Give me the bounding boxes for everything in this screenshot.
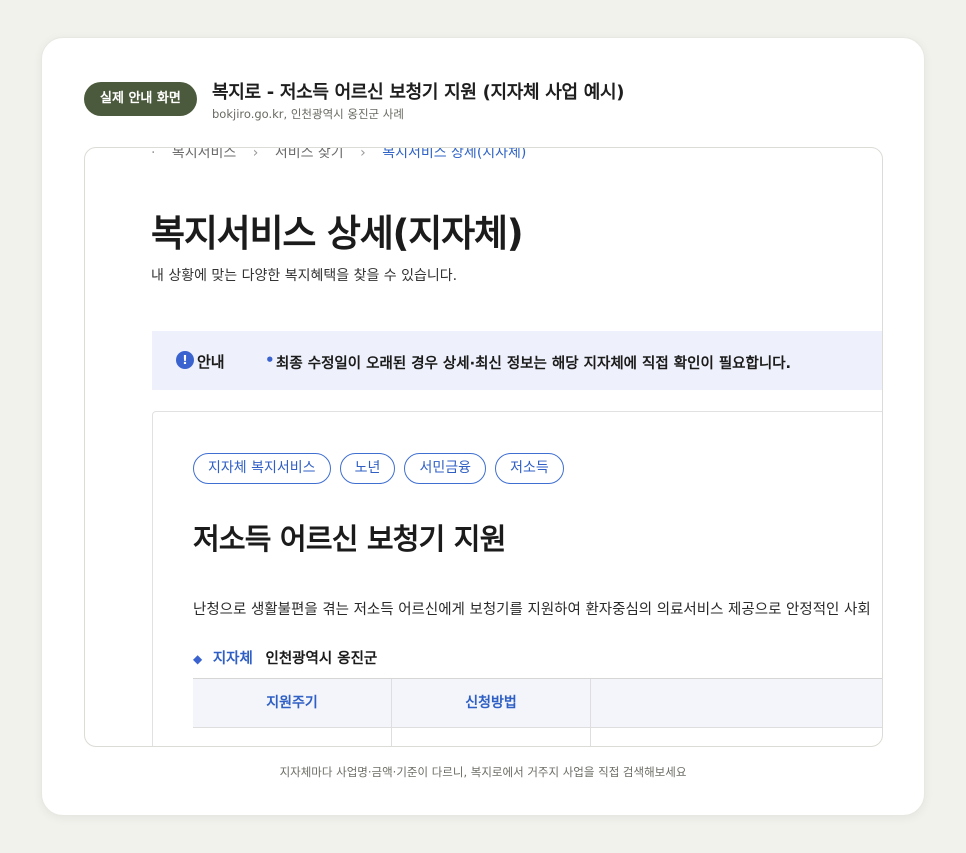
breadcrumb-item-find[interactable]: 서비스 찾기 bbox=[275, 148, 344, 161]
website-screenshot: · 복지서비스 › 서비스 찾기 › 복지서비스 상세(지자체) 복지서비스 상… bbox=[84, 147, 883, 747]
notice-text: 최종 수정일이 오래된 경우 상세·최신 정보는 해당 지자체에 직접 확인이 … bbox=[276, 356, 792, 372]
table-cell bbox=[392, 728, 591, 746]
breadcrumb-bullet: · bbox=[151, 147, 156, 161]
notice-label: 안내 bbox=[197, 353, 225, 371]
breadcrumb-item-welfare[interactable]: 복지서비스 bbox=[172, 148, 236, 161]
region-value: 인천광역시 옹진군 bbox=[265, 651, 378, 667]
notice-banner: ! 안내 • 최종 수정일이 오래된 경우 상세·최신 정보는 해당 지자체에 … bbox=[152, 331, 882, 390]
region-label: 지자체 bbox=[212, 651, 253, 667]
footer-caption: 지자체마다 사업명·금액·기준이 다르니, 복지로에서 거주지 사업을 직접 검… bbox=[279, 765, 687, 779]
service-description: 난청으로 생활불편을 겪는 저소득 어르신에게 보청기를 지원하여 환자중심의 … bbox=[193, 602, 871, 618]
real-screen-badge: 실제 안내 화면 bbox=[84, 82, 197, 116]
guide-card: 실제 안내 화면 복지로 - 저소득 어르신 보청기 지원 (지자체 사업 예시… bbox=[41, 37, 925, 816]
region-info: ◆ 지자체 인천광역시 옹진군 bbox=[193, 647, 377, 668]
table-header-blank bbox=[591, 679, 882, 727]
table-cell bbox=[591, 728, 882, 746]
chevron-right-icon: › bbox=[360, 147, 366, 161]
card-title: 복지로 - 저소득 어르신 보청기 지원 (지자체 사업 예시) bbox=[212, 82, 625, 103]
chevron-right-icon: › bbox=[252, 147, 259, 161]
service-title: 저소득 어르신 보청기 지원 bbox=[193, 522, 506, 556]
tag-list: 지자체 복지서비스 노년 서민금융 저소득 bbox=[193, 453, 568, 484]
info-icon: ! bbox=[176, 351, 194, 369]
table-cell bbox=[193, 728, 392, 746]
tag-elderly[interactable]: 노년 bbox=[339, 453, 396, 484]
tag-low-income[interactable]: 저소득 bbox=[495, 453, 564, 484]
card-subtitle: bokjiro.go.kr, 인천광역시 옹진군 사례 bbox=[212, 107, 404, 121]
tag-local-welfare[interactable]: 지자체 복지서비스 bbox=[193, 453, 331, 484]
table-header-method: 신청방법 bbox=[392, 679, 591, 727]
page-description: 내 상황에 맞는 다양한 복지혜택을 찾을 수 있습니다. bbox=[151, 268, 458, 284]
table-header-row: 지원주기 신청방법 bbox=[193, 679, 882, 728]
table-header-cycle: 지원주기 bbox=[193, 679, 392, 727]
table-row bbox=[193, 728, 882, 746]
service-info-table: 지원주기 신청방법 bbox=[193, 678, 882, 746]
tag-finance[interactable]: 서민금융 bbox=[404, 453, 486, 484]
page-title: 복지서비스 상세(지자체) bbox=[151, 212, 524, 255]
service-detail-panel: 지자체 복지서비스 노년 서민금융 저소득 저소득 어르신 보청기 지원 난청으… bbox=[152, 411, 882, 746]
breadcrumb: · 복지서비스 › 서비스 찾기 › 복지서비스 상세(지자체) bbox=[151, 147, 538, 162]
bullet-icon: • bbox=[265, 351, 275, 369]
diamond-bullet-icon: ◆ bbox=[193, 652, 203, 666]
breadcrumb-item-current[interactable]: 복지서비스 상세(지자체) bbox=[382, 148, 526, 161]
